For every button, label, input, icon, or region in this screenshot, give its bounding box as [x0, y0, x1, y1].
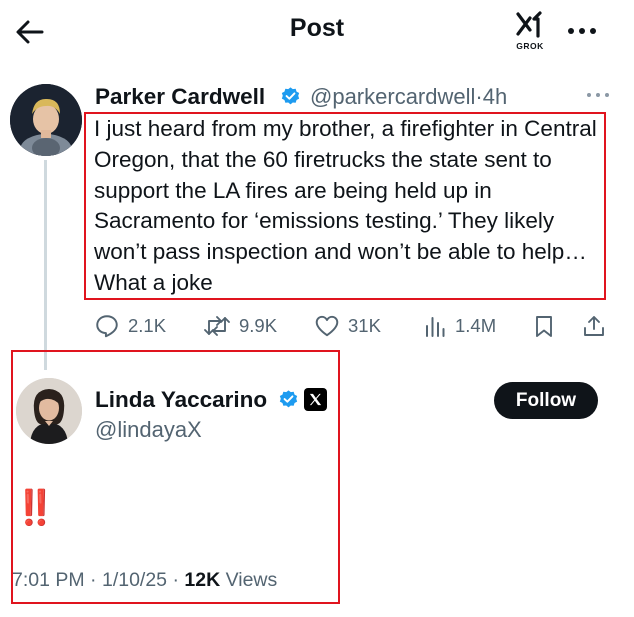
reply-author-handle[interactable]: @lindayaX — [95, 417, 202, 443]
thread-line — [44, 160, 47, 370]
author-name[interactable]: Parker Cardwell — [95, 84, 265, 110]
separator: · — [475, 84, 483, 109]
tweet-more-button[interactable] — [584, 86, 612, 104]
views-count[interactable]: 12K — [184, 569, 220, 591]
bookmark-icon — [536, 316, 552, 337]
like-icon — [315, 315, 339, 337]
grok-button[interactable]: GROK — [510, 10, 550, 54]
reply-count: 2.1K — [128, 315, 167, 336]
affiliate-badge — [304, 388, 327, 411]
reply-author-name[interactable]: Linda Yaccarino — [95, 387, 267, 413]
follow-button[interactable]: Follow — [494, 382, 598, 419]
verified-badge-icon — [279, 390, 298, 408]
bookmark-button[interactable] — [532, 311, 556, 341]
timestamp[interactable]: 4h — [483, 84, 507, 109]
reply-text: ‼️ — [14, 489, 56, 527]
post-time[interactable]: 7:01 PM — [12, 569, 85, 591]
views-count: 1.4M — [455, 315, 497, 336]
x-logo-icon — [309, 393, 322, 406]
more-icon — [568, 28, 596, 34]
reply-icon — [96, 315, 118, 338]
repost-icon — [204, 316, 230, 336]
more-options-button[interactable] — [564, 17, 600, 45]
grok-label: GROK — [516, 41, 544, 51]
repost-count: 9.9K — [239, 315, 278, 336]
share-icon — [584, 316, 604, 336]
like-count: 31K — [348, 315, 381, 336]
avatar[interactable] — [16, 378, 82, 444]
views-label: Views — [225, 569, 278, 591]
author-handle-line: @parkercardwell·4h — [310, 84, 507, 110]
like-button[interactable]: 31K — [314, 311, 381, 341]
more-icon — [587, 93, 609, 97]
post-meta: 7:01 PM · 1/10/25 · 12K Views — [12, 569, 278, 591]
author-handle[interactable]: @parkercardwell — [310, 84, 475, 109]
avatar[interactable] — [10, 84, 82, 156]
reply-button[interactable]: 2.1K — [94, 311, 166, 341]
verified-badge-icon — [281, 87, 300, 105]
views-icon — [426, 317, 445, 337]
highlight-box — [84, 112, 606, 300]
repost-button[interactable]: 9.9K — [203, 311, 277, 341]
post-date[interactable]: 1/10/25 — [102, 569, 167, 591]
share-button[interactable] — [582, 311, 606, 341]
grok-logo-icon — [516, 11, 542, 38]
views-button[interactable]: 1.4M — [423, 311, 496, 341]
